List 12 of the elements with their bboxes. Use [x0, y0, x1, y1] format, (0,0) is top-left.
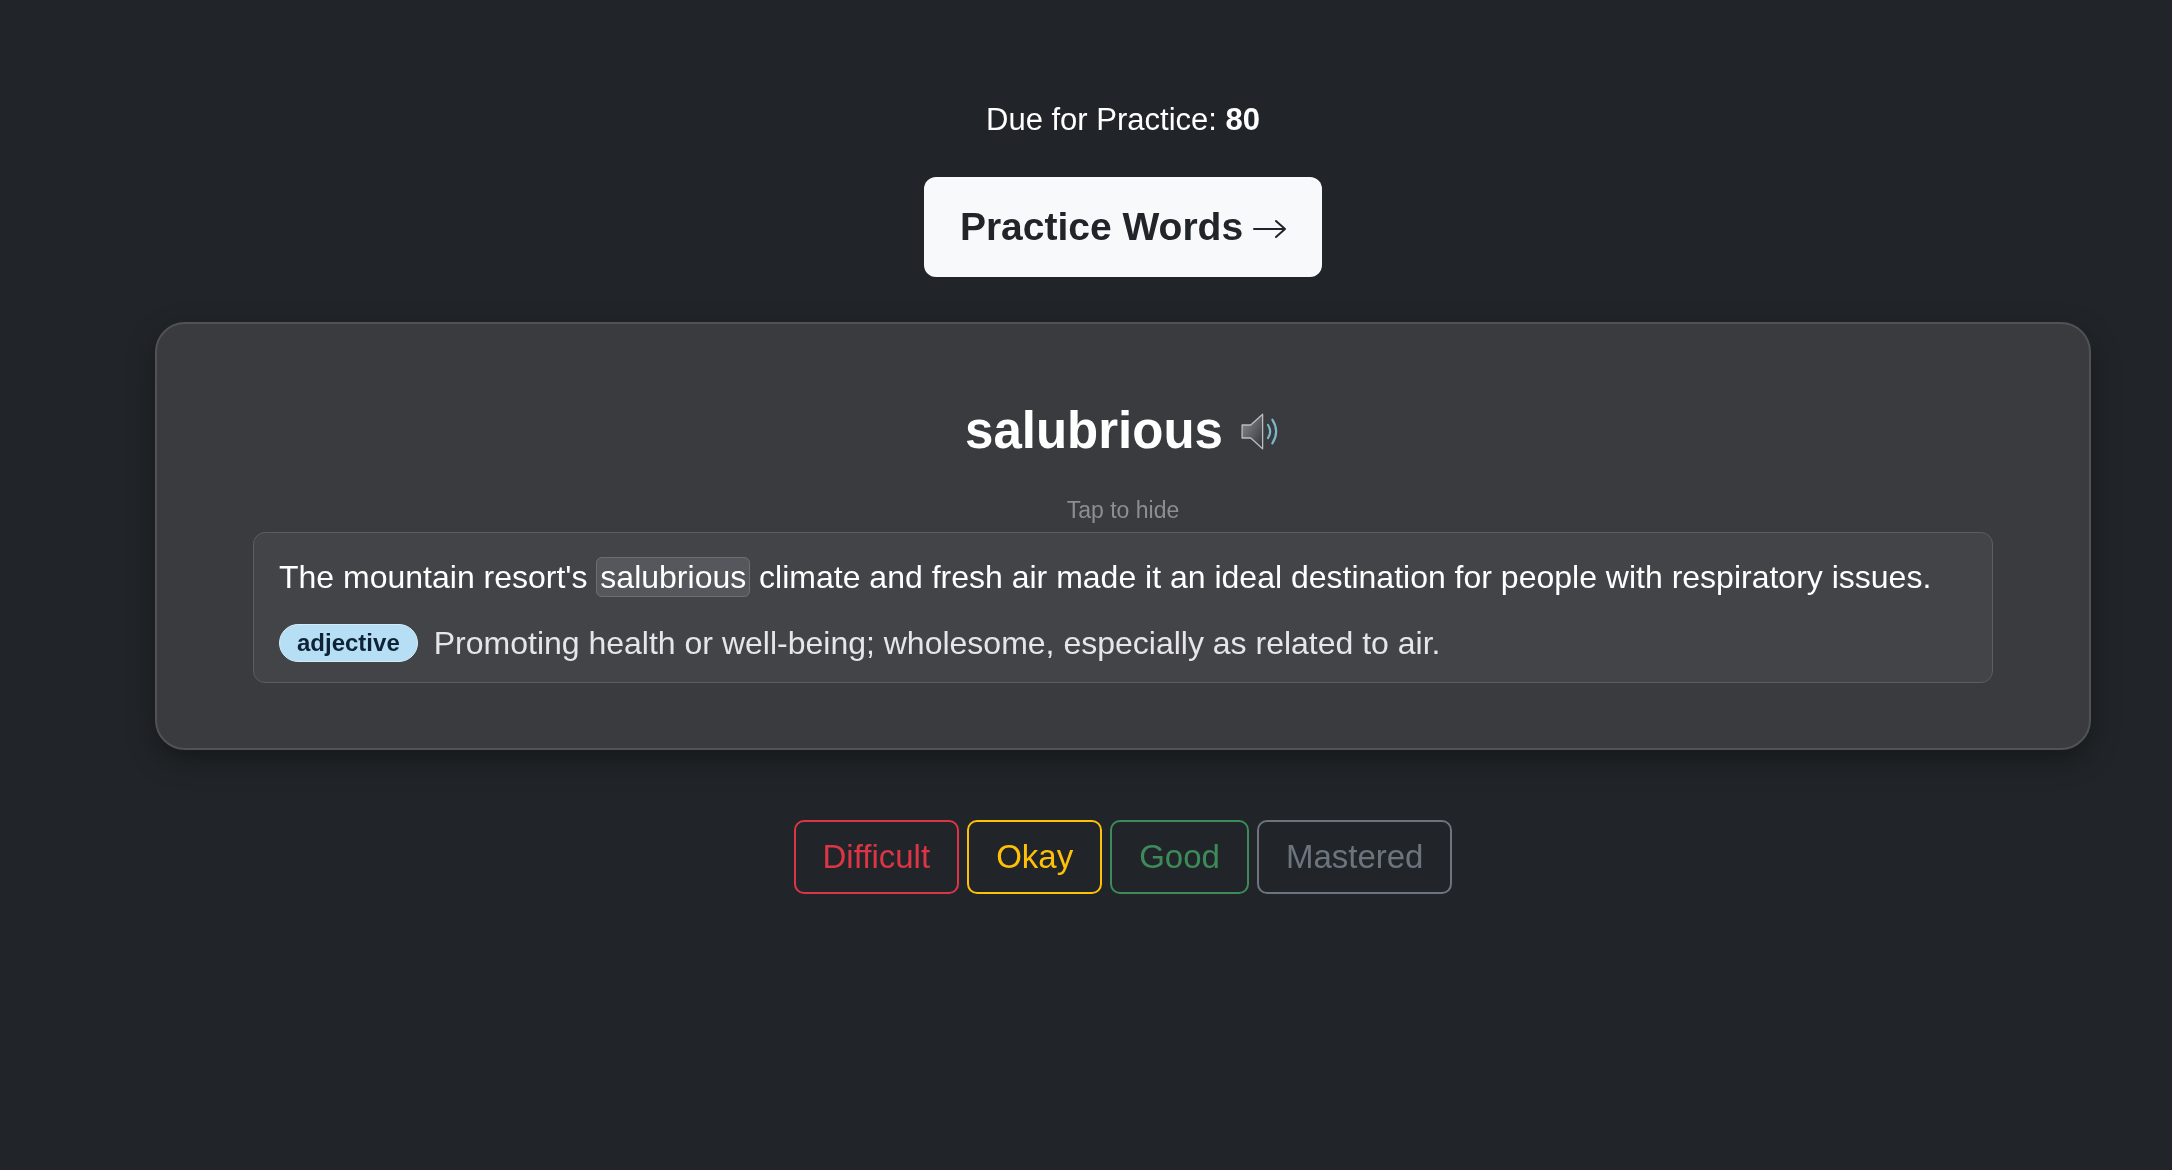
due-count-text: Due for Practice: 80 — [986, 102, 1260, 138]
rating-button[interactable]: Good — [1110, 820, 1249, 894]
example-sentence: The mountain resort's salubrious climate and fresh air made it an ideal destination for people with respiratory issues. — [279, 556, 1933, 599]
arrow-right-icon — [1253, 219, 1287, 239]
definition-text: Promoting health or well-being; wholesome, especially as related to air. — [433, 624, 1441, 663]
rating-button[interactable]: Difficult — [793, 820, 960, 894]
tap-to-hide-hint: Tap to hide — [1065, 496, 1181, 524]
rating-button[interactable]: Okay — [967, 820, 1103, 894]
word-title: salubrious — [965, 402, 1223, 460]
part-of-speech-tag: adjective — [279, 624, 418, 662]
rating-button[interactable]: Mastered — [1256, 820, 1453, 894]
practice-words-button[interactable]: Practice Words — [923, 177, 1323, 277]
